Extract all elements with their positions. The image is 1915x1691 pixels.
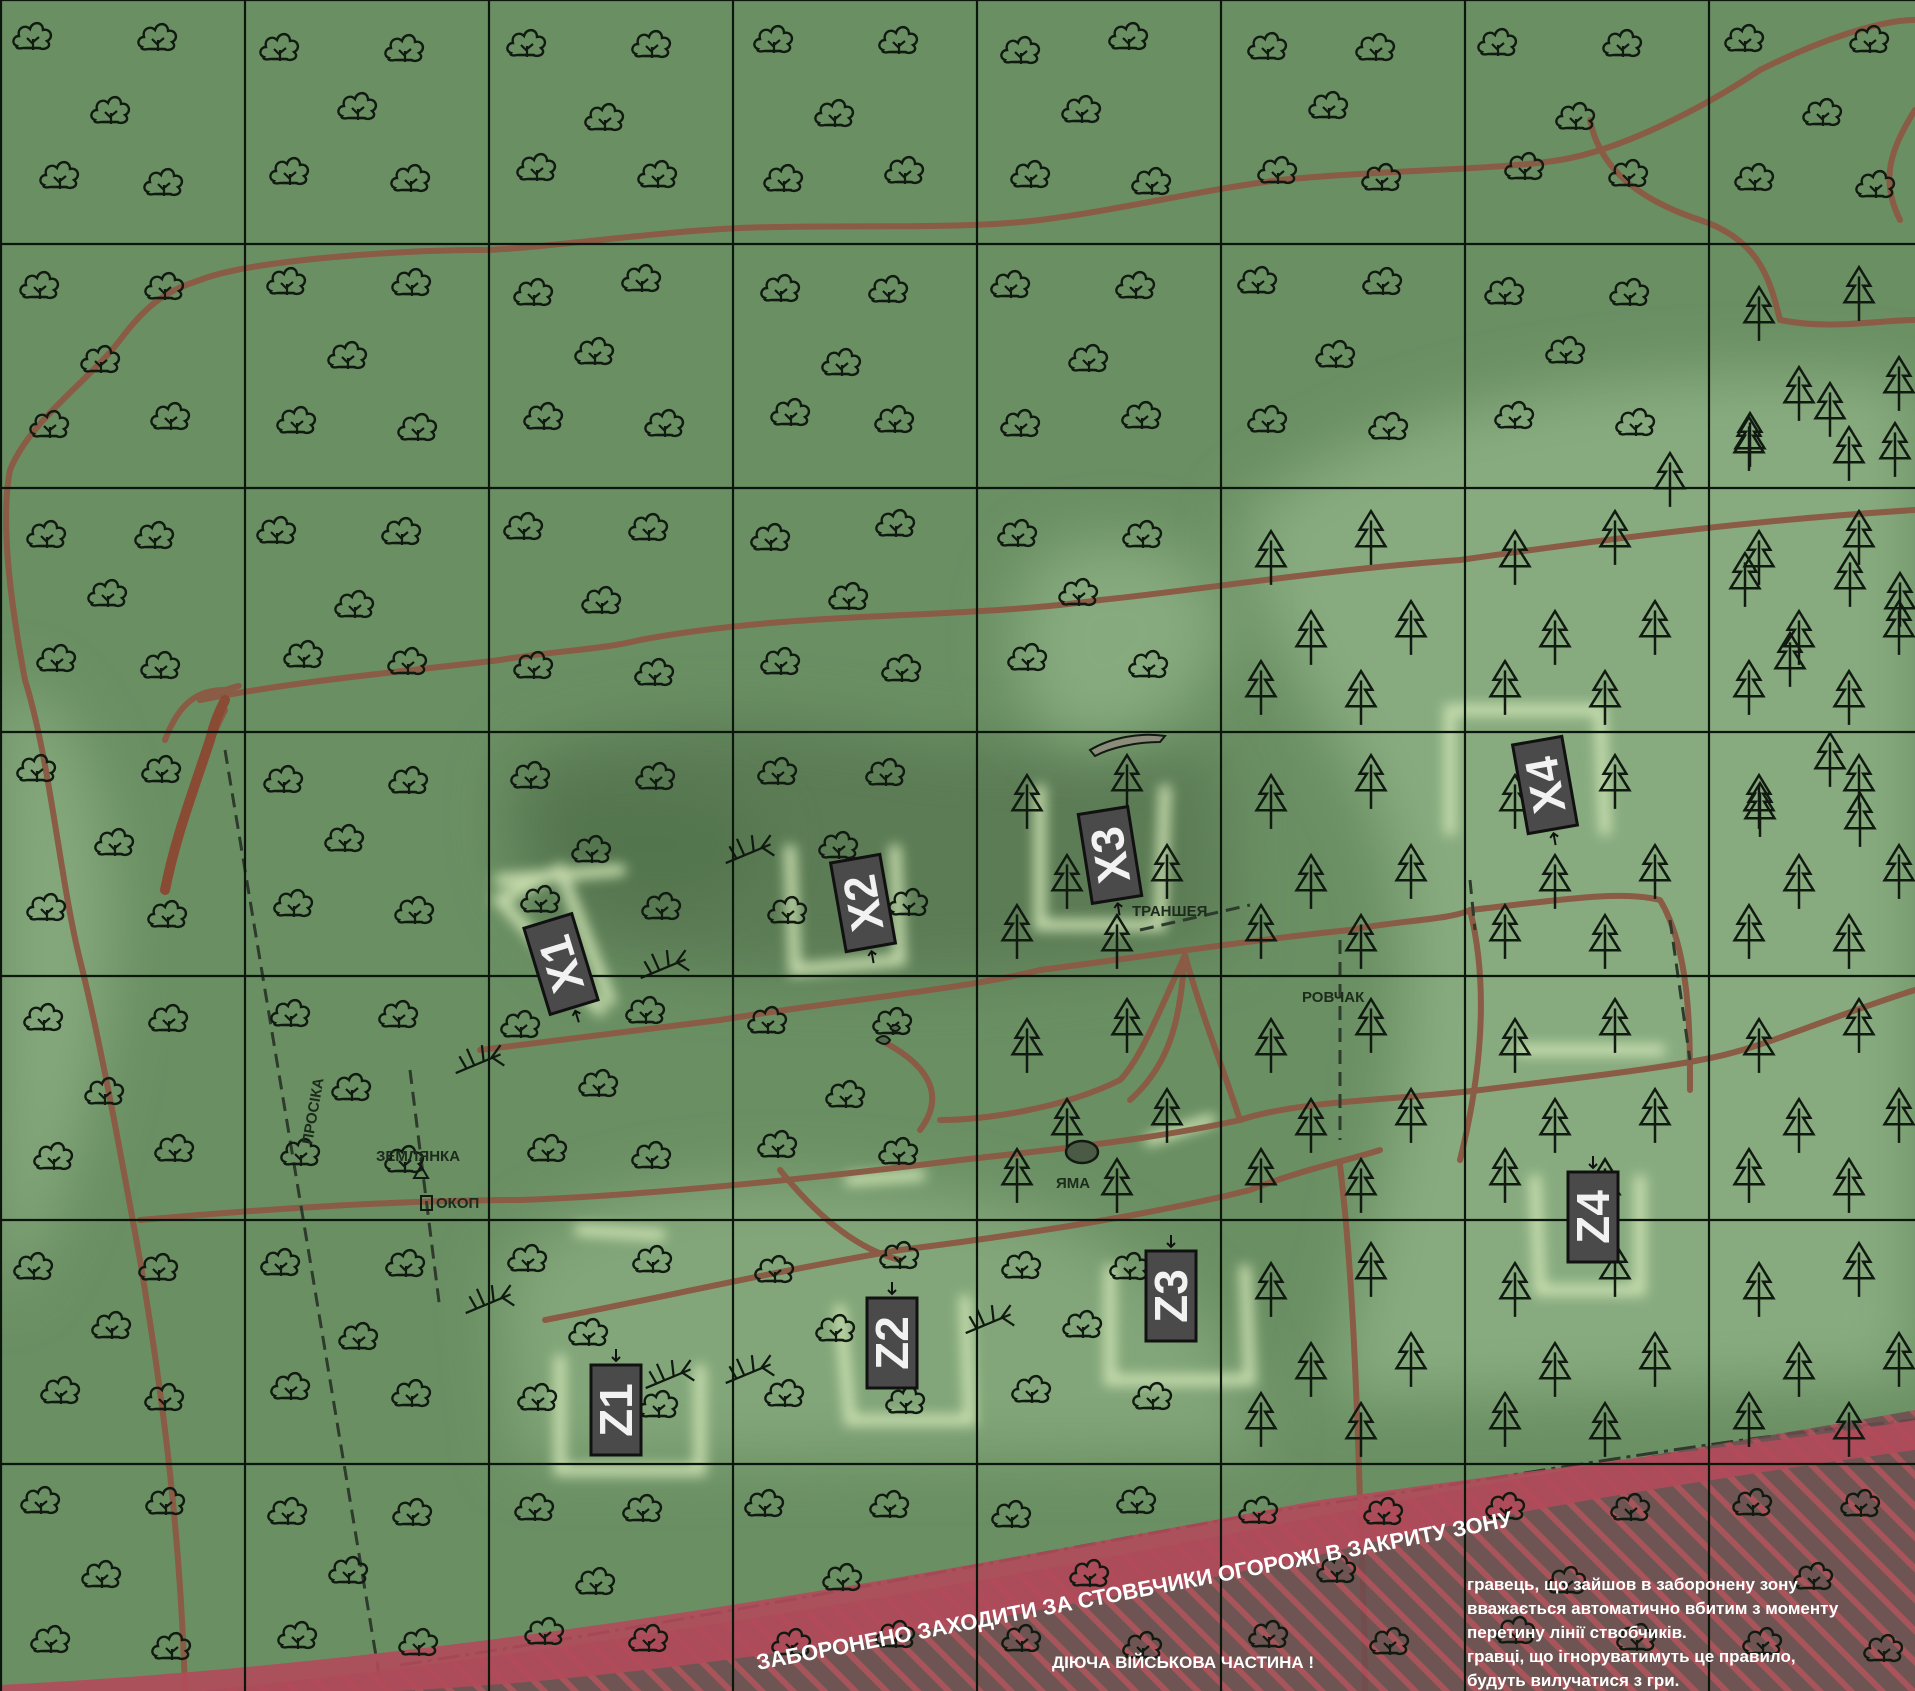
base-label: Z1 xyxy=(590,1383,642,1437)
tactical-map: ПРОСІКА ЗЕМЛЯНКА ОКОП ЯМА ТРАНШЕЯ РОВЧАК… xyxy=(0,0,1915,1691)
pit-icon xyxy=(1064,1139,1100,1165)
base-z4: Z4 xyxy=(1566,1156,1620,1264)
base-label: Z4 xyxy=(1567,1190,1619,1244)
label-okop: ОКОП xyxy=(436,1195,479,1212)
base-z3: Z3 xyxy=(1144,1235,1198,1343)
label-rovchak: РОВЧАК xyxy=(1302,989,1365,1006)
base-label: X3 xyxy=(1080,823,1140,887)
base-label: Z2 xyxy=(866,1316,918,1370)
rules-line-3: перетину лінії ствобчиків. xyxy=(1467,1623,1687,1642)
base-z2: Z2 xyxy=(865,1282,919,1390)
military-unit-label: ДІЮЧА ВІЙСЬКОВА ЧАСТИНА ! xyxy=(1052,1653,1314,1672)
rules-line-2: вважається автоматично вбитим з моменту xyxy=(1467,1599,1839,1618)
base-label: X2 xyxy=(833,871,894,935)
label-transheya: ТРАНШЕЯ xyxy=(1132,903,1207,920)
base-label: X4 xyxy=(1514,752,1575,817)
label-zemlyanka: ЗЕМЛЯНКА xyxy=(376,1148,460,1165)
rules-line-1: гравець, що зайшов в заборонену зону xyxy=(1467,1575,1798,1594)
rules-line-4: гравці, що ігноруватимуть це правило, xyxy=(1467,1647,1796,1666)
base-label: Z3 xyxy=(1145,1269,1197,1323)
rules-line-5: будуть вилучатися з гри. xyxy=(1467,1671,1679,1690)
base-z1: Z1 xyxy=(589,1349,643,1457)
label-yama: ЯМА xyxy=(1056,1175,1090,1192)
